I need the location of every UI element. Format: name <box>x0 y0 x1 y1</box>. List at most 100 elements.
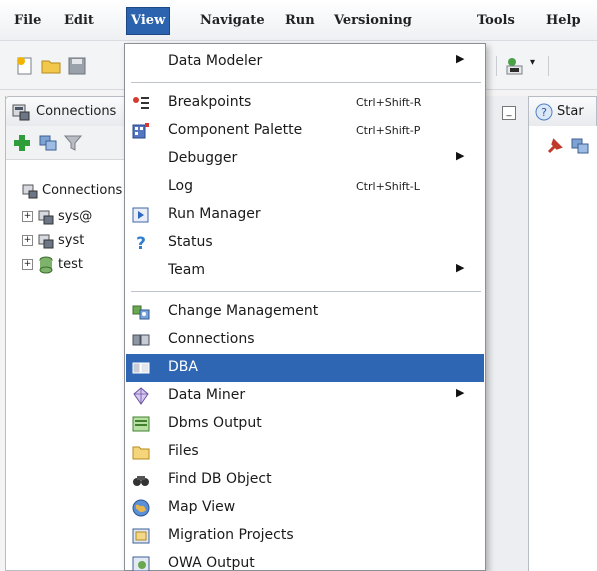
start-tab-label: Star <box>557 104 584 119</box>
menu-versioning[interactable]: Versioning <box>334 10 412 32</box>
chevron-down-icon[interactable]: ▾ <box>530 57 535 68</box>
svg-text:?: ? <box>136 234 146 252</box>
tree-item-test[interactable]: + test <box>22 254 128 276</box>
find-db-object-icon <box>133 476 149 486</box>
dba-icon <box>132 362 150 374</box>
menu-separator <box>131 82 481 83</box>
menu-item-label: Team <box>168 262 206 278</box>
submenu-arrow-icon: ▶ <box>456 149 465 162</box>
menu-item-label: Find DB Object <box>168 471 272 487</box>
tree-root-connections[interactable]: Connections <box>22 180 128 202</box>
submenu-arrow-icon: ▶ <box>456 261 465 274</box>
menu-item-label: Migration Projects <box>168 527 294 543</box>
tree-item-sys[interactable]: + sys@ <box>22 206 128 228</box>
view-menu-item-map-view[interactable]: Map View <box>126 494 484 522</box>
menu-item-label: Status <box>168 234 213 250</box>
view-menu-item-breakpoints[interactable]: Breakpoints Ctrl+Shift-R <box>126 89 484 117</box>
menu-item-label: Connections <box>168 331 255 347</box>
middle-gutter: _ <box>480 96 528 571</box>
start-page-panel <box>528 96 597 571</box>
menu-item-label: Map View <box>168 499 236 515</box>
help-icon: ? <box>535 103 553 121</box>
view-menu-item-dbms-output[interactable]: Dbms Output <box>126 410 484 438</box>
add-connection-icon[interactable] <box>12 133 32 153</box>
menu-item-label: Run Manager <box>168 206 261 222</box>
files-icon <box>132 446 150 460</box>
menu-navigate[interactable]: Navigate <box>200 10 265 32</box>
view-menu-item-owa-output[interactable]: OWA Output <box>126 550 484 571</box>
view-menu-item-debugger[interactable]: Debugger ▶ <box>126 145 484 173</box>
menu-item-label: OWA Output <box>168 555 255 571</box>
view-menu-item-data-miner[interactable]: Data Miner ▶ <box>126 382 484 410</box>
menu-item-label: Dbms Output <box>168 415 262 431</box>
view-menu-dropdown: Data Modeler ▶ Breakpoints Ctrl+Shift-R … <box>124 43 486 571</box>
change-management-icon <box>132 305 150 320</box>
tree-label: Connections <box>42 183 123 198</box>
menu-item-label: Change Management <box>168 303 319 319</box>
database-icon <box>39 256 53 274</box>
sql-worksheet-icon[interactable] <box>504 55 526 77</box>
menu-run[interactable]: Run <box>285 10 315 32</box>
palette-icon <box>132 123 149 139</box>
view-menu-item-team[interactable]: Team ▶ <box>126 257 484 285</box>
tree-item-system[interactable]: + syst <box>22 230 128 252</box>
refresh-icon[interactable] <box>570 136 590 156</box>
connections-tab[interactable]: Connections <box>5 96 131 126</box>
view-menu-item-files[interactable]: Files <box>126 438 484 466</box>
expand-icon[interactable]: + <box>22 235 33 246</box>
database-connection-icon <box>38 234 54 249</box>
connections-toolbar <box>6 126 131 160</box>
menu-item-label: Data Modeler <box>168 53 263 69</box>
toolbar-separator <box>548 56 549 76</box>
menu-item-shortcut: Ctrl+Shift-R <box>356 96 422 109</box>
pin-icon[interactable] <box>545 136 565 156</box>
filter-icon[interactable] <box>63 133 83 153</box>
menu-item-label: DBA <box>168 359 198 375</box>
menu-item-label: Files <box>168 443 199 459</box>
view-menu-item-find-db-object[interactable]: Find DB Object <box>126 466 484 494</box>
tree-label: sys@ <box>58 209 93 224</box>
data-miner-icon <box>133 387 149 405</box>
open-folder-icon[interactable] <box>40 55 62 77</box>
connections-icon <box>132 334 150 346</box>
menu-item-label: Debugger <box>168 150 238 166</box>
expand-icon[interactable]: + <box>22 211 33 222</box>
tree-label: syst <box>58 233 85 248</box>
dbms-output-icon <box>132 416 150 432</box>
menu-item-label: Breakpoints <box>168 94 252 110</box>
view-menu-item-dba[interactable]: DBA <box>126 354 484 382</box>
minimize-icon[interactable]: _ <box>502 106 516 120</box>
database-connection-icon <box>38 210 54 225</box>
menu-item-label: Component Palette <box>168 122 303 138</box>
view-menu-item-log[interactable]: Log Ctrl+Shift-L <box>126 173 484 201</box>
view-menu-item-data-modeler[interactable]: Data Modeler ▶ <box>126 48 484 76</box>
view-menu-item-change-management[interactable]: Change Management <box>126 298 484 326</box>
menu-help[interactable]: Help <box>546 10 581 32</box>
menu-edit[interactable]: Edit <box>64 10 94 32</box>
run-manager-icon <box>132 207 149 223</box>
tree-label: test <box>58 257 83 272</box>
menu-item-shortcut: Ctrl+Shift-P <box>356 124 421 137</box>
migration-projects-icon <box>132 528 150 544</box>
view-menu-item-connections[interactable]: Connections <box>126 326 484 354</box>
connections-icon <box>22 184 38 199</box>
new-file-icon[interactable] <box>14 55 36 77</box>
breakpoints-icon <box>133 97 149 109</box>
view-menu-item-status[interactable]: ? Status <box>126 229 484 257</box>
start-page-tab[interactable]: ? Star <box>528 96 597 126</box>
map-view-icon <box>132 499 150 517</box>
menu-view[interactable]: View <box>126 7 171 35</box>
view-menu-item-migration-projects[interactable]: Migration Projects <box>126 522 484 550</box>
view-menu-item-run-manager[interactable]: Run Manager <box>126 201 484 229</box>
svg-text:?: ? <box>541 106 547 119</box>
save-icon[interactable] <box>66 55 88 77</box>
connections-tab-label: Connections <box>36 104 117 119</box>
menu-tools[interactable]: Tools <box>477 10 515 32</box>
refresh-icon[interactable] <box>38 133 58 153</box>
expand-icon[interactable]: + <box>22 259 33 270</box>
toolbar-separator <box>496 56 497 76</box>
menu-bar: File Edit View Navigate Run Versioning T… <box>0 0 597 41</box>
view-menu-item-component-palette[interactable]: Component Palette Ctrl+Shift-P <box>126 117 484 145</box>
menu-file[interactable]: File <box>14 10 41 32</box>
menu-item-shortcut: Ctrl+Shift-L <box>356 180 420 193</box>
